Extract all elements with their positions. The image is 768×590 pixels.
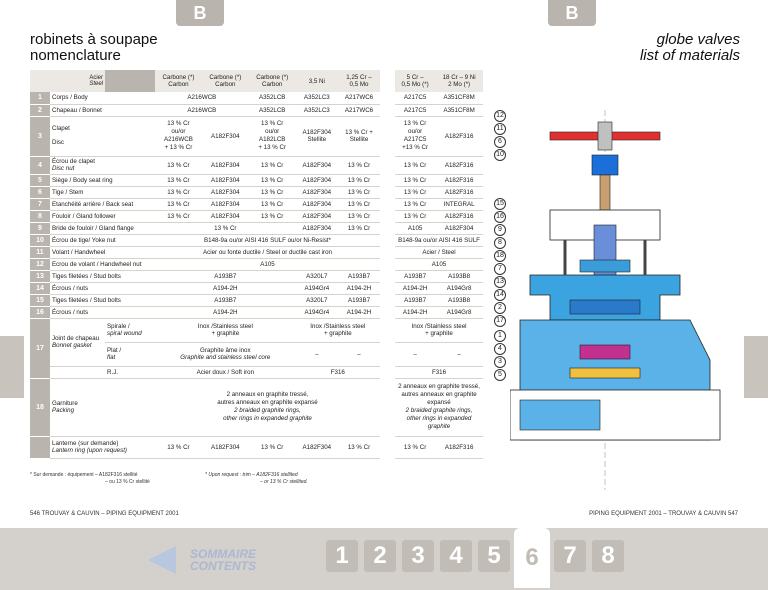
callout-marker: 18: [494, 250, 506, 262]
table-header: Acier Steel Carbone (*) Carbon Carbone (*)…: [30, 70, 380, 92]
callout-marker: 8: [494, 237, 506, 249]
callout-marker: 3: [494, 356, 506, 368]
table-row: 17 Joint de chapeau Bonnet gasket Spirale…: [30, 318, 380, 379]
table-row: 7 Etanchéité arrière / Back seat 13 % Cr A1…: [30, 198, 380, 211]
callout-marker: 14: [494, 289, 506, 301]
callout-marker: 5: [494, 369, 506, 381]
nav-chapter-4[interactable]: 4: [440, 540, 472, 572]
materials-table-right: 5 Cr –0,5 Mo (*) 18 Cr – 9 Ni 2 Mo (*) A21…: [395, 70, 483, 459]
callout-marker: 7: [494, 263, 506, 275]
table-row: 18 Garniture Packing 2 anneaux en graphit…: [30, 378, 380, 437]
nav-chapter-8[interactable]: 8: [592, 540, 624, 572]
table-row: 10 Écrou de tige/ Yoke nut B148-9a ou/or A…: [30, 234, 380, 247]
back-arrow-icon[interactable]: [148, 546, 176, 574]
page-edge-tab-left: [0, 336, 24, 398]
callout-marker: 1: [494, 330, 506, 342]
table-row: 3 Clapet Disc 13 % Cr ou/or A216WCB + 13 % Cr…: [30, 116, 380, 157]
table-row: 16 Écrous / nuts A194-2H A194Gr4 A194-2H: [30, 306, 380, 319]
footer-right: PIPING EQUIPMENT 2001 – TROUVAY & CAUVIN…: [589, 511, 738, 517]
materials-table-left: Acier Steel Carbone (*) Carbon Carbone (*)…: [30, 70, 380, 459]
callout-marker: 2: [494, 302, 506, 314]
table-row: 1 Corps / Body A216WCB A352LCB A352LC3 A217WC…: [30, 92, 380, 105]
table-row: R.J. Acier doux / Soft iron F316: [30, 366, 380, 379]
table-row: 8 Fouloir / Gland follower 13 % Cr A182F304…: [30, 210, 380, 223]
table-row: 12 Ecrou de volant / Handwheel nut A105: [30, 258, 380, 271]
table-row: Lanterne (sur demande) Lantern ring (upon…: [30, 436, 380, 459]
section-tab-right: B: [548, 0, 596, 26]
callout-marker: 17: [494, 315, 506, 327]
header-arrow-icon: [105, 70, 155, 92]
table-row: 15 Tiges filetées / Stud bolts A193B7 A320L…: [30, 294, 380, 307]
callout-marker: 11: [494, 123, 506, 135]
callout-marker: 12: [494, 110, 506, 122]
table-header: 5 Cr –0,5 Mo (*) 18 Cr – 9 Ni 2 Mo (*): [395, 70, 483, 92]
nav-chapter-3[interactable]: 3: [402, 540, 434, 572]
callout-marker: 10: [494, 149, 506, 161]
nav-chapter-2[interactable]: 2: [364, 540, 396, 572]
table-row: 14 Écrous / nuts A194-2H A194Gr4 A194-2H: [30, 282, 380, 295]
nav-chapter-1[interactable]: 1: [326, 540, 358, 572]
table-row: 11 Volant / Handwheel Acier ou fonte ducti…: [30, 246, 380, 259]
contents-link[interactable]: SOMMAIRE CONTENTS: [190, 548, 256, 572]
nav-chapter-5[interactable]: 5: [478, 540, 510, 572]
callout-marker: 16: [494, 211, 506, 223]
table-row: 5 Siège / Body seat ring 13 % Cr A182F304 13…: [30, 174, 380, 187]
callout-marker: 6: [494, 136, 506, 148]
callout-marker: 15: [494, 198, 506, 210]
table-row: 13 Tiges filetées / Stud bolts A193B7 A320L…: [30, 270, 380, 283]
callout-marker: 9: [494, 224, 506, 236]
footnote-right: * Upon request : trim – A182F316 stellit…: [205, 472, 308, 485]
table-row: 9 Bride de fouloir / Gland flange 13 % Cr A…: [30, 222, 380, 235]
page-title-right: globe valves list of materials: [639, 31, 740, 64]
callout-marker: 13: [494, 276, 506, 288]
footnote-left: * Sur demande : équipement – A182F316 st…: [30, 472, 150, 485]
footer-left: 546 TROUVAY & CAUVIN – PIPING EQUIPMENT …: [30, 511, 179, 517]
nav-chapter-6[interactable]: 6: [514, 528, 550, 588]
globe-valve-drawing: [510, 110, 721, 490]
table-row: 6 Tige / Stem 13 % Cr A182F304 13 % Cr A182F3…: [30, 186, 380, 199]
page-edge-tab-right: [744, 336, 768, 398]
table-row: 4 Écrou de clapet Disc nut 13 % Cr A182F304 1…: [30, 156, 380, 175]
callout-marker: 4: [494, 343, 506, 355]
page-title-left: robinets à soupape nomenclature: [30, 31, 158, 64]
nav-chapter-7[interactable]: 7: [554, 540, 586, 572]
section-tab-left: B: [176, 0, 224, 26]
table-row: 2 Chapeau / Bonnet A216WCB A352LCB A352LC3 A2…: [30, 104, 380, 117]
